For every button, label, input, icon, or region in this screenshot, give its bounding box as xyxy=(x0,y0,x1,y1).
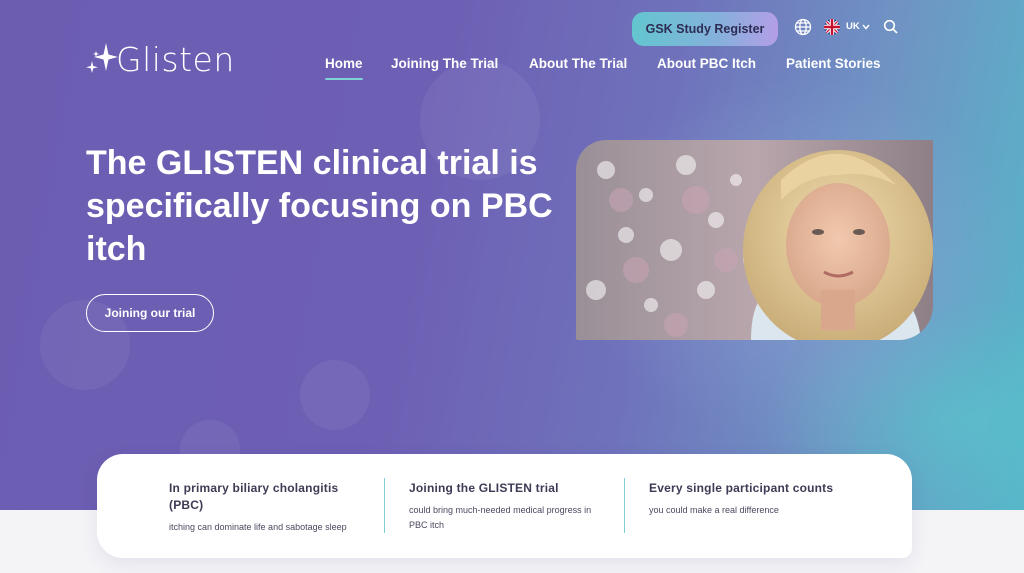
feature-item: Every single participant counts you coul… xyxy=(649,480,869,518)
feature-title: In primary biliary cholangitis (PBC) xyxy=(169,481,339,512)
nav-item-about-the-trial[interactable]: About The Trial xyxy=(529,56,627,71)
hero-headline: The GLISTEN clinical trial is specifical… xyxy=(86,144,553,268)
globe-icon[interactable] xyxy=(794,18,812,36)
language-selector[interactable]: UK xyxy=(846,21,870,32)
feature-title: Every single participant counts xyxy=(649,481,834,495)
feature-text: itching can dominate life and sabotage s… xyxy=(169,522,347,532)
brand-name: Glisten xyxy=(116,39,235,79)
language-label: UK xyxy=(846,21,860,32)
nav-item-joining-the-trial[interactable]: Joining The Trial xyxy=(391,56,498,71)
glisten-logo[interactable]: Glisten xyxy=(84,38,235,80)
joining-our-trial-button[interactable]: Joining our trial xyxy=(86,294,214,332)
feature-text: could bring much-needed medical progress… xyxy=(409,505,592,530)
search-icon[interactable] xyxy=(883,19,899,35)
nav-item-home[interactable]: Home xyxy=(325,56,363,80)
divider xyxy=(624,478,625,533)
gsk-study-register-button[interactable]: GSK Study Register xyxy=(632,12,778,46)
features-card: In primary biliary cholangitis (PBC) itc… xyxy=(97,454,912,558)
divider xyxy=(384,478,385,533)
sparkle-logo-icon xyxy=(84,39,118,79)
uk-flag-icon[interactable] xyxy=(824,19,840,35)
nav-item-about-pbc-itch[interactable]: About PBC Itch xyxy=(657,56,756,71)
nav-item-patient-stories[interactable]: Patient Stories xyxy=(786,56,881,71)
hero-photo-woman xyxy=(576,140,933,340)
feature-title: Joining the GLISTEN trial xyxy=(409,481,559,495)
feature-text: you could make a real difference xyxy=(649,505,779,515)
feature-item: In primary biliary cholangitis (PBC) itc… xyxy=(169,480,359,535)
feature-item: Joining the GLISTEN trial could bring mu… xyxy=(409,480,609,533)
bokeh-decoration xyxy=(300,360,370,430)
chevron-down-icon xyxy=(862,24,870,30)
